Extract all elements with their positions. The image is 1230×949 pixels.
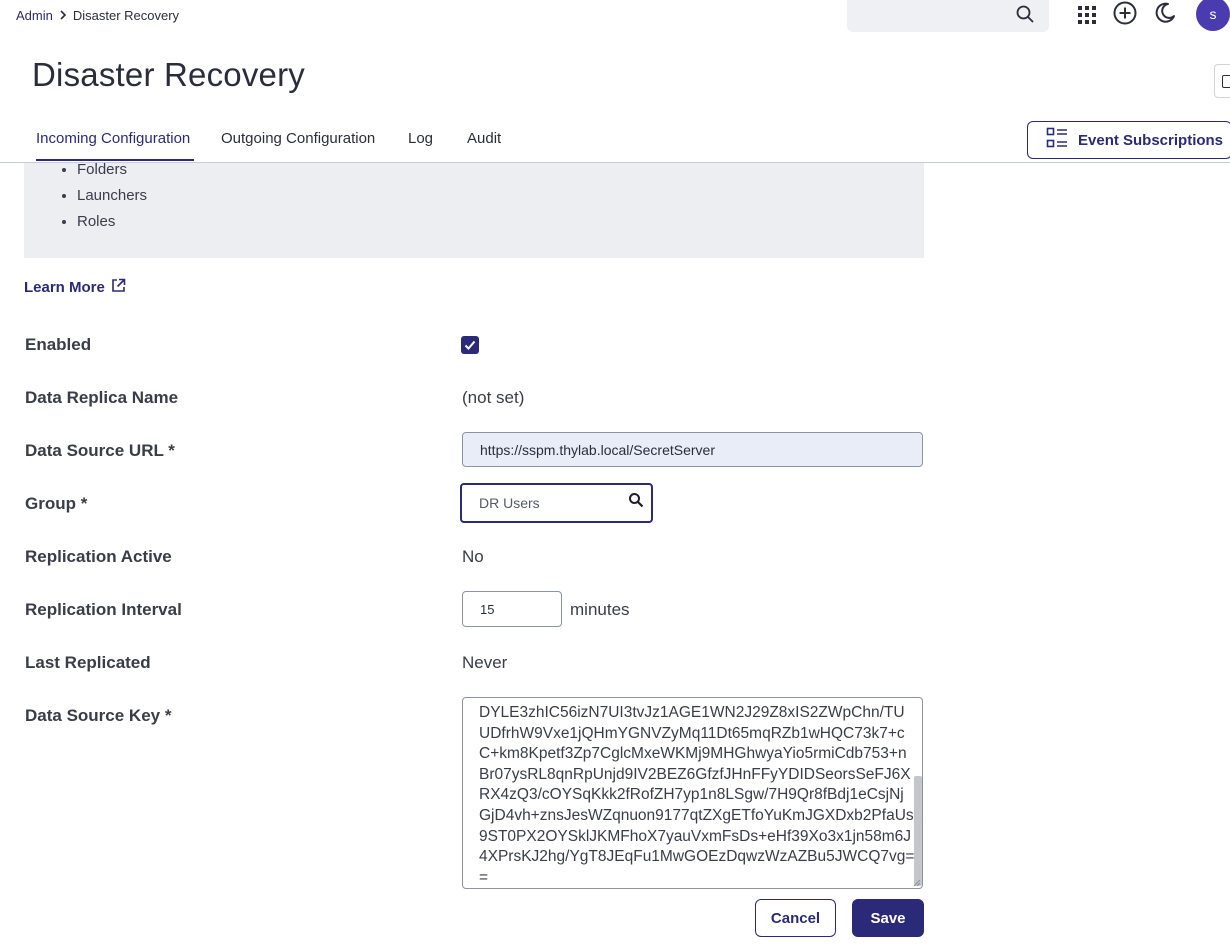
list-item: Folders — [77, 157, 147, 183]
breadcrumb: Admin Disaster Recovery — [16, 8, 179, 23]
tab-log[interactable]: Log — [408, 130, 433, 159]
learn-more-link[interactable]: Learn More — [24, 278, 126, 297]
external-link-icon — [111, 278, 126, 297]
interval-unit-label: minutes — [570, 600, 630, 619]
textarea-scrollbar[interactable] — [914, 776, 922, 886]
enabled-checkbox[interactable] — [461, 336, 479, 354]
dark-mode-moon-icon[interactable] — [1152, 0, 1178, 26]
data-source-key-label: Data Source Key * — [25, 706, 172, 725]
list-item: Launchers — [77, 183, 147, 209]
last-replicated-label: Last Replicated — [25, 653, 151, 672]
checkmark-icon — [464, 340, 476, 350]
apps-grid-icon[interactable] — [1074, 2, 1100, 28]
breadcrumb-current: Disaster Recovery — [72, 8, 180, 23]
search-icon[interactable] — [628, 492, 644, 508]
page-title: Disaster Recovery — [32, 56, 305, 93]
avatar[interactable]: s — [1196, 0, 1230, 31]
replication-interval-label: Replication Interval — [25, 600, 182, 619]
info-panel: Folders Launchers Roles — [24, 161, 924, 258]
learn-more-label: Learn More — [24, 279, 105, 296]
event-subscriptions-button[interactable]: Event Subscriptions — [1027, 121, 1230, 159]
side-panel-toggle[interactable] — [1214, 64, 1230, 98]
group-label: Group * — [25, 494, 88, 513]
resize-handle-icon[interactable] — [913, 879, 921, 887]
data-source-key-value: DYLE3zhIC56izN7UI3tvJz1AGE1WN2J29Z8xIS2Z… — [479, 704, 915, 886]
replication-interval-input[interactable] — [462, 591, 562, 627]
add-circle-icon[interactable] — [1112, 0, 1138, 26]
panel-icon — [1222, 75, 1230, 88]
data-source-url-label: Data Source URL * — [25, 441, 175, 460]
data-source-url-input[interactable] — [462, 432, 923, 467]
info-list: Folders Launchers Roles — [77, 157, 147, 235]
group-input[interactable] — [460, 483, 653, 523]
data-replica-name-value: (not set) — [462, 388, 525, 407]
tab-outgoing-configuration[interactable]: Outgoing Configuration — [221, 130, 375, 159]
data-source-key-textarea[interactable]: DYLE3zhIC56izN7UI3tvJz1AGE1WN2J29Z8xIS2Z… — [462, 697, 923, 889]
tab-audit[interactable]: Audit — [467, 130, 501, 159]
breadcrumb-admin-link[interactable]: Admin — [16, 8, 53, 23]
replication-active-value: No — [462, 547, 484, 566]
list-details-icon — [1046, 127, 1068, 153]
last-replicated-value: Never — [462, 653, 508, 672]
global-search-input[interactable] — [847, 0, 1049, 32]
chevron-right-icon — [59, 9, 67, 23]
data-replica-name-label: Data Replica Name — [25, 388, 179, 407]
save-button[interactable]: Save — [852, 899, 924, 937]
cancel-button[interactable]: Cancel — [755, 899, 836, 937]
enabled-label: Enabled — [25, 335, 92, 354]
list-item: Roles — [77, 209, 147, 235]
replication-active-label: Replication Active — [25, 547, 172, 566]
event-subscriptions-label: Event Subscriptions — [1078, 131, 1224, 149]
search-icon[interactable] — [1015, 4, 1037, 26]
